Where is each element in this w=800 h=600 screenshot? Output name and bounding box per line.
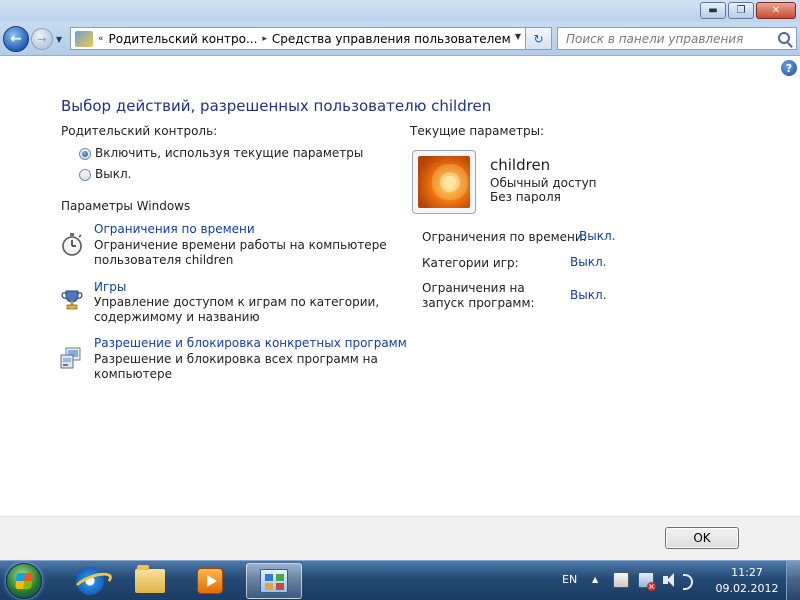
- trophy-icon: [61, 290, 83, 310]
- taskbar-explorer[interactable]: [122, 563, 178, 599]
- ok-button[interactable]: OK: [665, 527, 739, 549]
- programs-desc-line1: Разрешение и блокировка всех программ на: [94, 352, 378, 366]
- search-input[interactable]: Поиск в панели управления: [557, 27, 797, 50]
- setting-game-categories-label: Категории игр:: [422, 256, 519, 270]
- programs-icon: [60, 347, 81, 369]
- current-settings-label: Текущие параметры:: [410, 124, 545, 138]
- navigation-bar: ← → ▼ « Родительский контро... ▸ Средств…: [0, 22, 800, 56]
- radio-enable[interactable]: [79, 148, 91, 160]
- address-dropdown[interactable]: ▼: [515, 32, 521, 41]
- link-time-limits[interactable]: Ограничения по времени: [94, 222, 255, 236]
- taskbar-control-panel[interactable]: [246, 563, 302, 599]
- breadcrumb-separator[interactable]: ▸: [262, 34, 267, 44]
- setting-time-limits-value[interactable]: Выкл.: [579, 229, 615, 243]
- page-title: Выбор действий, разрешенных пользователю…: [61, 97, 492, 115]
- games-desc-line1: Управление доступом к играм по категории…: [94, 295, 380, 309]
- setting-program-limits-label-line2: запуск программ:: [422, 296, 535, 310]
- account-type: Обычный доступ: [490, 176, 597, 190]
- user-picture: [418, 156, 470, 208]
- setting-program-limits-value[interactable]: Выкл.: [570, 288, 606, 302]
- time-limits-desc-line1: Ограничение времени работы на компьютере: [94, 238, 387, 252]
- speaker-icon[interactable]: [662, 572, 678, 588]
- breadcrumb-user-controls[interactable]: Средства управления пользователем: [272, 32, 511, 46]
- internet-explorer-icon: [76, 567, 104, 595]
- link-games[interactable]: Игры: [94, 280, 126, 294]
- radio-off[interactable]: [79, 169, 91, 181]
- games-desc-line2: содержимому и названию: [94, 310, 260, 324]
- media-player-icon: [197, 568, 223, 594]
- control-panel-icon: [260, 569, 288, 593]
- radio-off-label[interactable]: Выкл.: [95, 167, 131, 181]
- start-button[interactable]: [6, 563, 42, 599]
- language-indicator[interactable]: EN: [562, 573, 577, 586]
- breadcrumb-overflow[interactable]: «: [98, 34, 104, 44]
- time-limits-desc-line2: пользователя children: [94, 253, 234, 267]
- title-bar: ▬ ❐ ✕: [0, 0, 800, 22]
- network-icon[interactable]: [638, 572, 656, 591]
- clock-date[interactable]: 09.02.2012: [712, 582, 782, 595]
- back-button[interactable]: ←: [3, 26, 29, 52]
- close-button[interactable]: ✕: [756, 2, 796, 19]
- show-desktop-button[interactable]: [786, 561, 800, 600]
- minimize-button[interactable]: ▬: [700, 2, 726, 19]
- stopwatch-icon: [62, 233, 82, 256]
- show-hidden-icons-button[interactable]: ▲: [592, 575, 598, 584]
- volume-waves-icon[interactable]: [681, 572, 697, 590]
- clock-time[interactable]: 11:27: [718, 566, 776, 579]
- forward-button[interactable]: →: [31, 28, 53, 50]
- help-icon[interactable]: ?: [781, 60, 797, 76]
- taskbar-media-player[interactable]: [182, 563, 238, 599]
- link-allow-block-programs[interactable]: Разрешение и блокировка конкретных прогр…: [94, 336, 407, 350]
- address-bar[interactable]: « Родительский контро... ▸ Средства упра…: [70, 27, 526, 50]
- setting-program-limits-label-line1: Ограничения на: [422, 281, 525, 295]
- control-panel-icon: [75, 30, 93, 47]
- breadcrumb-parental-controls[interactable]: Родительский контро...: [109, 32, 258, 46]
- refresh-button[interactable]: ↻: [526, 27, 552, 50]
- radio-enable-label[interactable]: Включить, используя текущие параметры: [95, 146, 363, 160]
- taskbar-internet-explorer[interactable]: [62, 563, 118, 599]
- user-name: children: [490, 156, 551, 174]
- search-placeholder: Поиск в панели управления: [566, 31, 744, 46]
- avatar: [412, 150, 476, 214]
- folder-icon: [135, 565, 165, 593]
- taskbar: EN ▲ 11:27 09.02.2012: [0, 560, 800, 600]
- recent-pages-dropdown[interactable]: ▼: [56, 35, 62, 44]
- setting-game-categories-value[interactable]: Выкл.: [570, 255, 606, 269]
- setting-time-limits-label: Ограничения по времени:: [422, 230, 587, 244]
- password-status: Без пароля: [490, 190, 561, 204]
- action-center-icon[interactable]: [613, 572, 629, 588]
- search-icon[interactable]: [778, 32, 790, 44]
- parental-control-label: Родительский контроль:: [61, 124, 218, 138]
- maximize-button[interactable]: ❐: [728, 2, 754, 19]
- windows-settings-label: Параметры Windows: [61, 199, 191, 213]
- programs-desc-line2: компьютере: [94, 367, 173, 381]
